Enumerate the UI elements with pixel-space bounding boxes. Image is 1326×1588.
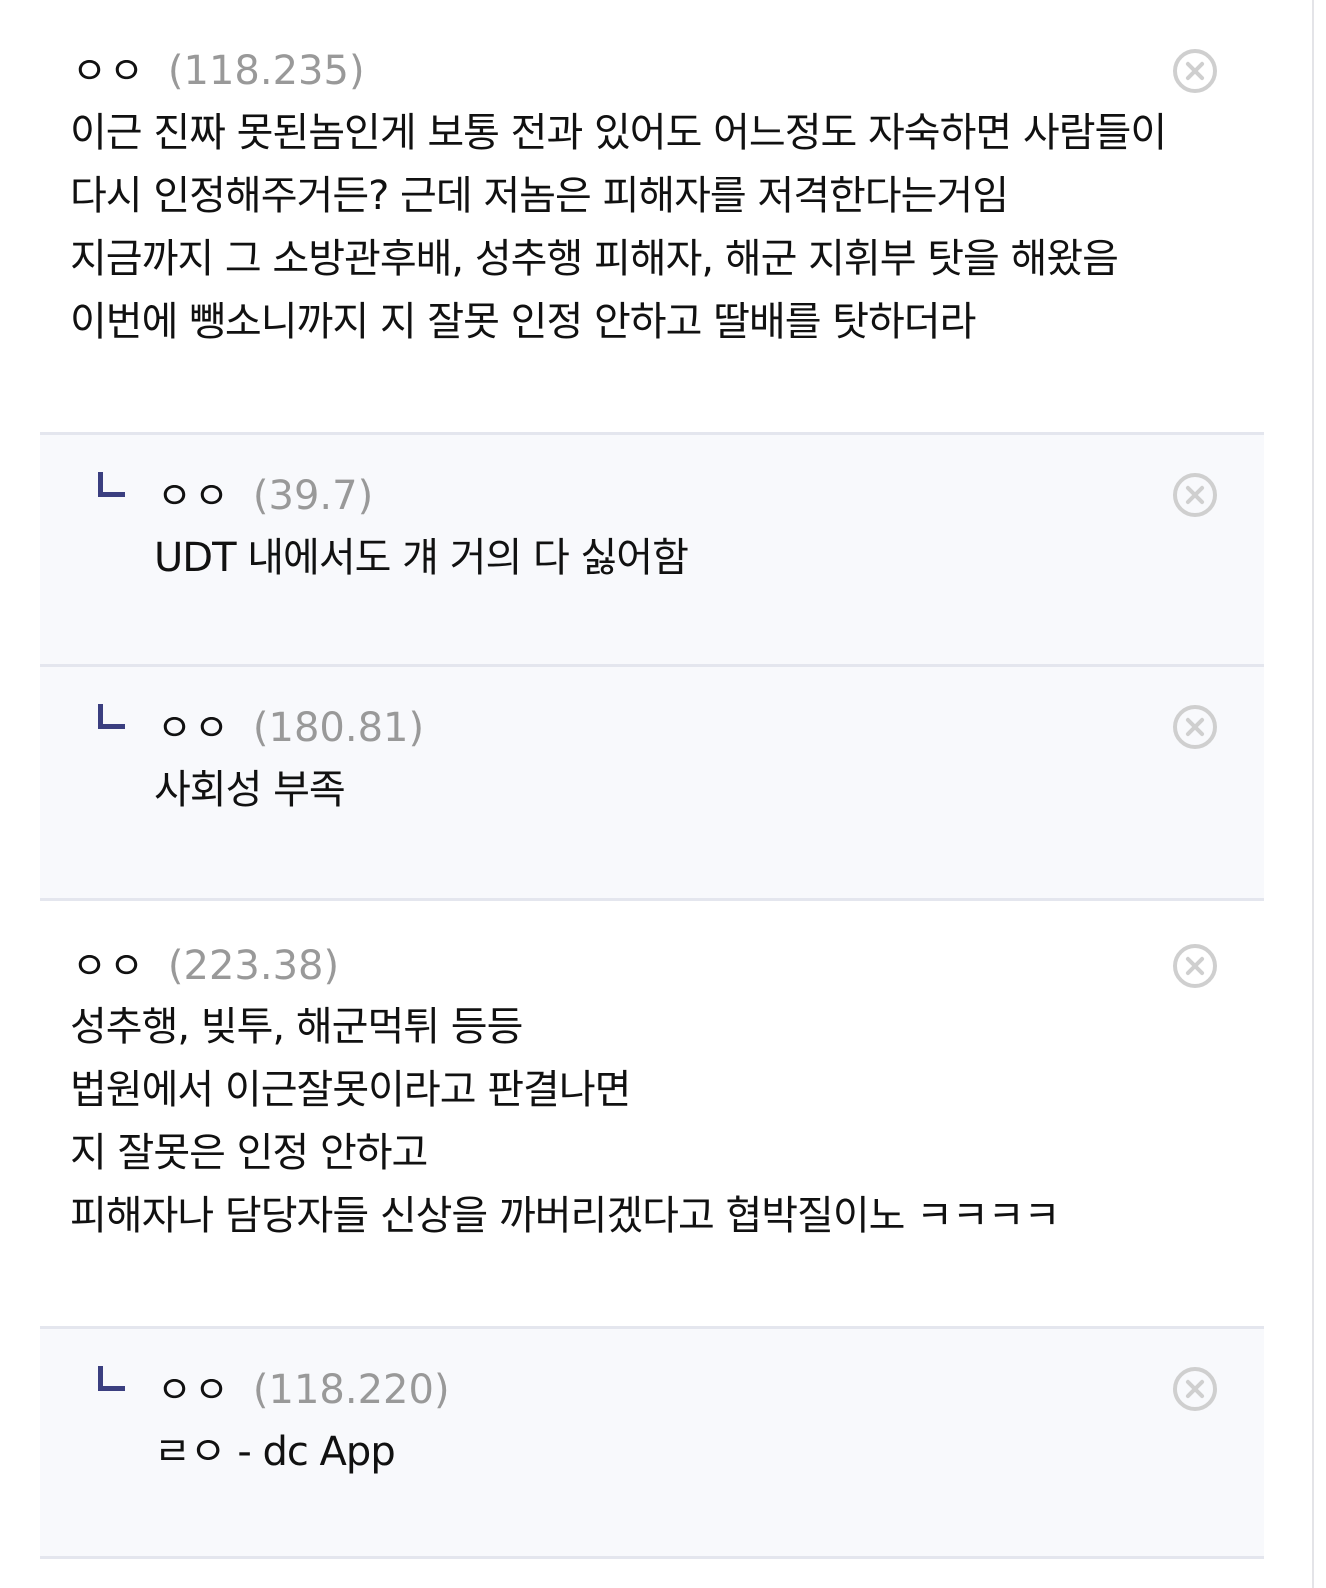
comment-line: 이근 진짜 못된놈인게 보통 전과 있어도 어느정도 자숙하면 사람들이: [70, 110, 1167, 156]
comment-line: UDT 내에서도 걔 거의 다 싫어함: [154, 535, 689, 581]
comment-header: ㅇㅇ (118.220): [157, 1359, 450, 1414]
comment-line: ㄹㅇ - dc App: [154, 1429, 396, 1475]
comment-body: 성추행, 빚투, 해군먹튀 등등 법원에서 이근잘못이라고 판결나면 지 잘못은…: [70, 996, 1060, 1248]
comment-header: ㅇㅇ (118.235): [72, 40, 365, 95]
delete-comment-icon[interactable]: [1173, 473, 1217, 517]
comment-line: 법원에서 이근잘못이라고 판결나면: [70, 1067, 631, 1113]
delete-comment-icon[interactable]: [1173, 705, 1217, 749]
comment-ip: (118.235): [167, 48, 365, 94]
comment-line: 다시 인정해주거든? 근데 저놈은 피해자를 저격한다는거임: [70, 173, 1009, 219]
comment-body: 사회성 부족: [154, 759, 346, 822]
comment-ip: (118.220): [252, 1367, 450, 1413]
comment-line: 지 잘못은 인정 안하고: [70, 1130, 428, 1176]
comment-header: ㅇㅇ (223.38): [72, 935, 339, 990]
delete-comment-icon[interactable]: [1173, 49, 1217, 93]
comment-nickname[interactable]: ㅇㅇ: [157, 1359, 231, 1414]
comment-ip: (39.7): [252, 473, 374, 519]
comment-nickname[interactable]: ㅇㅇ: [157, 465, 231, 520]
comment-line: 성추행, 빚투, 해군먹튀 등등: [70, 1004, 523, 1050]
reply-arrow-icon: [98, 1366, 125, 1391]
delete-comment-icon[interactable]: [1173, 944, 1217, 988]
reply-item: ㅇㅇ (118.220) ㄹㅇ - dc App: [40, 1326, 1264, 1558]
reply-item: ㅇㅇ (39.7) UDT 내에서도 걔 거의 다 싫어함: [40, 432, 1264, 666]
reply-arrow-icon: [98, 472, 125, 497]
comment-ip: (223.38): [167, 943, 340, 989]
comment-nickname[interactable]: ㅇㅇ: [157, 697, 231, 752]
comment-ip: (180.81): [252, 705, 425, 751]
reply-arrow-icon: [98, 704, 125, 729]
scrollbar-track: [1312, 0, 1326, 1588]
divider: [40, 1556, 1264, 1559]
comment-header: ㅇㅇ (180.81): [157, 697, 424, 752]
comment-item: ㅇㅇ (118.235) 이근 진짜 못된놈인게 보통 전과 있어도 어느정도 …: [40, 0, 1264, 434]
comment-body: ㄹㅇ - dc App: [154, 1421, 396, 1484]
comment-item: ㅇㅇ (223.38) 성추행, 빚투, 해군먹튀 등등 법원에서 이근잘못이라…: [40, 898, 1264, 1328]
comment-nickname[interactable]: ㅇㅇ: [72, 40, 146, 95]
comment-line: 사회성 부족: [154, 767, 346, 813]
comment-body: 이근 진짜 못된놈인게 보통 전과 있어도 어느정도 자숙하면 사람들이 다시 …: [70, 102, 1167, 354]
reply-item: ㅇㅇ (180.81) 사회성 부족: [40, 664, 1264, 900]
comment-header: ㅇㅇ (39.7): [157, 465, 373, 520]
comment-line: 이번에 뺑소니까지 지 잘못 인정 안하고 딸배를 탓하더라: [70, 299, 976, 345]
delete-comment-icon[interactable]: [1173, 1367, 1217, 1411]
comment-line: 피해자나 담당자들 신상을 까버리겠다고 협박질이노 ㅋㅋㅋㅋ: [70, 1193, 1060, 1239]
comment-line: 지금까지 그 소방관후배, 성추행 피해자, 해군 지휘부 탓을 해왔음: [70, 236, 1119, 282]
comment-nickname[interactable]: ㅇㅇ: [72, 935, 146, 990]
comment-body: UDT 내에서도 걔 거의 다 싫어함: [154, 527, 689, 590]
